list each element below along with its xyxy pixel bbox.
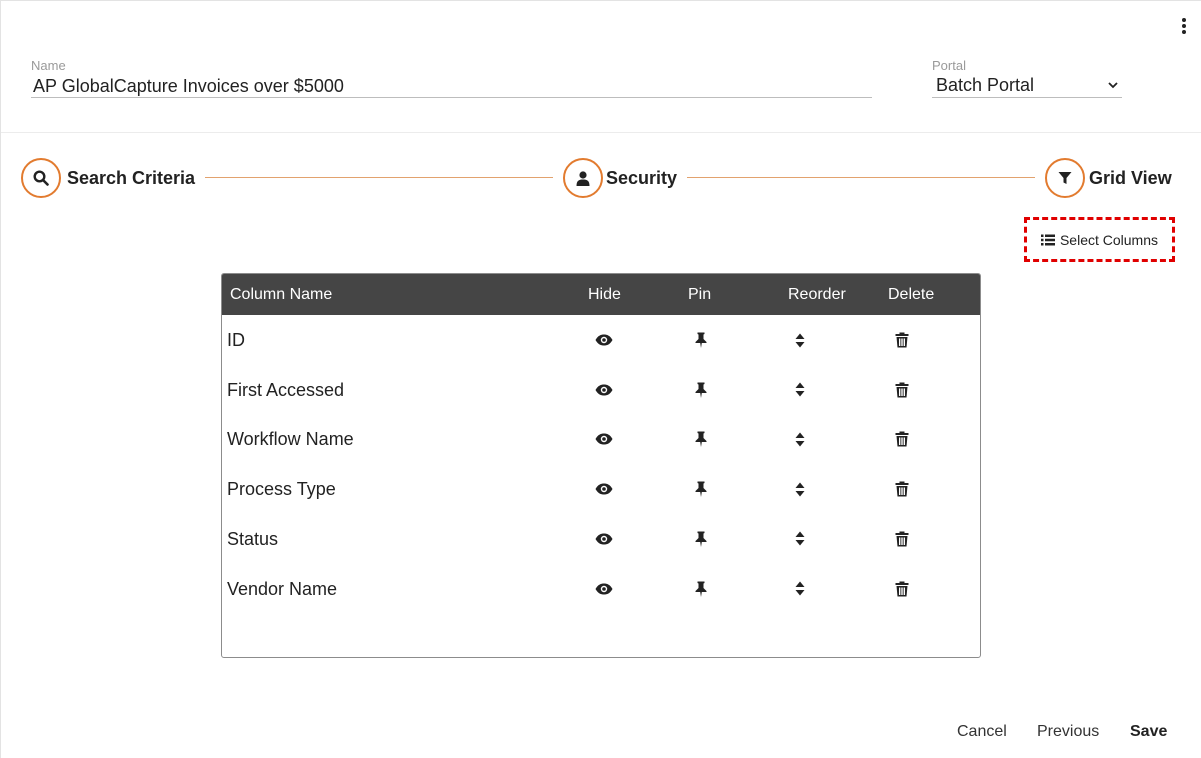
trash-icon[interactable] [893, 580, 911, 598]
table-row: ID [222, 315, 980, 365]
eye-icon[interactable] [595, 480, 613, 498]
trash-icon[interactable] [893, 530, 911, 548]
step-security[interactable] [563, 158, 603, 198]
cancel-button[interactable]: Cancel [957, 723, 1007, 741]
reorder-icon[interactable] [791, 580, 809, 598]
filter-icon [1058, 172, 1072, 184]
pin-icon[interactable] [692, 381, 710, 399]
chevron-down-icon [1108, 82, 1118, 89]
table-row: Status [222, 514, 980, 564]
table-row: First Accessed [222, 365, 980, 415]
step-label-search-criteria[interactable]: Search Criteria [67, 168, 195, 189]
header-pin: Pin [688, 286, 712, 303]
header-reorder: Reorder [788, 286, 846, 303]
eye-icon[interactable] [595, 331, 613, 349]
pin-icon[interactable] [692, 331, 710, 349]
name-input[interactable] [31, 75, 872, 98]
pin-icon[interactable] [692, 530, 710, 548]
list-icon [1040, 234, 1055, 245]
step-connector [205, 177, 553, 178]
reorder-icon[interactable] [791, 480, 809, 498]
select-columns-label: Select Columns [1059, 231, 1159, 248]
pin-icon[interactable] [692, 430, 710, 448]
reorder-icon[interactable] [791, 331, 809, 349]
eye-icon[interactable] [595, 430, 613, 448]
header-column-name: Column Name [230, 286, 333, 303]
grid-header: Column Name Hide Pin Reorder Delete [222, 274, 980, 315]
column-name-cell: ID [227, 330, 245, 350]
pin-icon[interactable] [692, 480, 710, 498]
columns-grid: Column Name Hide Pin Reorder Delete ID Fi… [221, 273, 981, 658]
step-grid-view[interactable] [1045, 158, 1085, 198]
column-name-cell: Vendor Name [227, 578, 338, 599]
pin-icon[interactable] [692, 580, 710, 598]
trash-icon[interactable] [893, 480, 911, 498]
column-name-cell: Status [227, 528, 279, 549]
column-name-cell: Workflow Name [227, 429, 354, 450]
step-search-criteria[interactable] [21, 158, 61, 198]
select-columns-button[interactable]: Select Columns [1024, 217, 1175, 262]
header-hide: Hide [588, 286, 621, 303]
table-row: Vendor Name [222, 564, 980, 614]
name-label: Name [31, 58, 66, 73]
step-label-grid-view[interactable]: Grid View [1089, 168, 1172, 189]
portal-label: Portal [932, 58, 966, 73]
trash-icon[interactable] [893, 430, 911, 448]
column-name-cell: First Accessed [227, 379, 345, 400]
eye-icon[interactable] [595, 381, 613, 399]
portal-select-value: Batch Portal [936, 75, 1035, 95]
previous-button[interactable]: Previous [1037, 723, 1099, 741]
header-delete: Delete [888, 286, 935, 303]
search-icon [33, 170, 49, 186]
trash-icon[interactable] [893, 331, 911, 349]
more-options-icon[interactable] [1177, 15, 1191, 37]
reorder-icon[interactable] [791, 381, 809, 399]
eye-icon[interactable] [595, 580, 613, 598]
table-row: Workflow Name [222, 414, 980, 464]
header-divider [1, 132, 1201, 133]
reorder-icon[interactable] [791, 430, 809, 448]
reorder-icon[interactable] [791, 530, 809, 548]
table-row: Process Type [222, 464, 980, 514]
save-button[interactable]: Save [1130, 723, 1167, 741]
portal-select[interactable]: Batch Portal [932, 75, 1122, 98]
step-connector [687, 177, 1035, 178]
user-icon [576, 170, 590, 186]
column-name-cell: Process Type [227, 479, 336, 500]
step-label-security[interactable]: Security [606, 168, 677, 189]
trash-icon[interactable] [893, 381, 911, 399]
eye-icon[interactable] [595, 530, 613, 548]
